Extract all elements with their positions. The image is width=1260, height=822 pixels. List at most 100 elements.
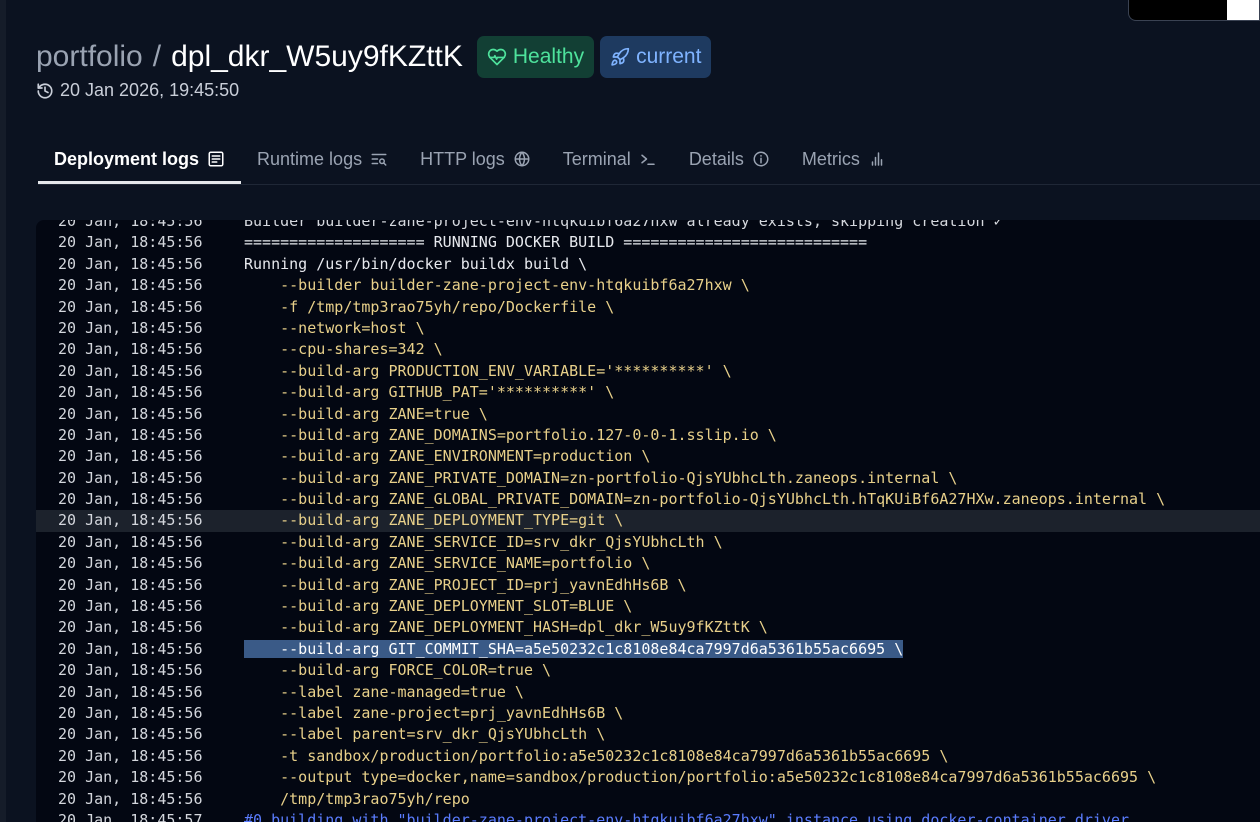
log-line[interactable]: 20 Jan, 18:45:56 /tmp/tmp3rao75yh/repo	[36, 789, 1260, 810]
log-line[interactable]: 20 Jan, 18:45:56 -f /tmp/tmp3rao75yh/rep…	[36, 297, 1260, 318]
timestamp-text: 20 Jan 2026, 19:45:50	[60, 80, 240, 100]
breadcrumb-project[interactable]: portfolio	[36, 40, 143, 74]
deployment-timestamp: 20 Jan 2026, 19:45:50	[36, 80, 239, 101]
tab-label: Metrics	[801, 148, 860, 169]
log-line[interactable]: 20 Jan, 18:45:56 Running /usr/bin/docker …	[36, 254, 1260, 275]
log-timestamp: 20 Jan, 18:45:56	[58, 597, 203, 616]
log-timestamp: 20 Jan, 18:45:56	[58, 297, 203, 316]
log-line[interactable]: 20 Jan, 18:45:56 --label zane-managed=tr…	[36, 682, 1260, 703]
log-line[interactable]: 20 Jan, 18:45:56 --builder builder-zane-…	[36, 275, 1260, 296]
heart-pulse-icon	[487, 48, 507, 66]
tab-bar: Deployment logs Runtime logs HTTP logs T…	[38, 134, 902, 184]
tab-runtime-logs[interactable]: Runtime logs	[241, 134, 404, 184]
log-timestamp: 20 Jan, 18:45:56	[58, 361, 203, 380]
log-timestamp: 20 Jan, 18:45:56	[58, 639, 203, 658]
health-badge-label: Healthy	[512, 45, 585, 68]
log-message: --label zane-project=prj_yavnEdhHs6B \	[244, 703, 624, 722]
log-line[interactable]: 20 Jan, 18:45:56 -t sandbox/production/p…	[36, 746, 1260, 767]
log-line[interactable]: 20 Jan, 18:45:56 --build-arg FORCE_COLOR…	[36, 660, 1260, 681]
log-message: -t sandbox/production/portfolio:a5e50232…	[244, 746, 949, 765]
log-message: Builder builder-zane-project-env-htqkuib…	[244, 220, 1003, 230]
health-badge: Healthy	[476, 36, 595, 78]
log-message: --label zane-managed=true \	[244, 682, 524, 701]
log-line[interactable]: 20 Jan, 18:45:56 --build-arg GITHUB_PAT=…	[36, 382, 1260, 403]
log-timestamp: 20 Jan, 18:45:56	[58, 661, 203, 680]
log-message: --build-arg ZANE=true \	[244, 404, 488, 423]
page-header: portfolio / dpl_dkr_W5uy9fKZttK Healthy …	[36, 36, 712, 78]
log-line[interactable]: 20 Jan, 18:45:56 --build-arg ZANE_ENVIRO…	[36, 446, 1260, 467]
log-line[interactable]: 20 Jan, 18:45:56 --build-arg ZANE_DEPLOY…	[36, 596, 1260, 617]
tab-label: Runtime logs	[257, 148, 363, 169]
bar-chart-icon	[871, 152, 883, 166]
tab-details[interactable]: Details	[673, 134, 786, 184]
tab-label: Deployment logs	[54, 148, 200, 169]
log-line[interactable]: 20 Jan, 18:45:56 --build-arg ZANE_PRIVAT…	[36, 468, 1260, 489]
tab-label: Terminal	[562, 148, 631, 169]
deployment-log-viewer[interactable]: 20 Jan, 18:45:56 Builder builder-zane-pro…	[36, 220, 1260, 822]
log-line[interactable]: 20 Jan, 18:45:56 --build-arg ZANE_SERVIC…	[36, 532, 1260, 553]
log-line[interactable]: 20 Jan, 18:45:56 --output type=docker,na…	[36, 767, 1260, 788]
log-message: --build-arg ZANE_DEPLOYMENT_SLOT=BLUE \	[244, 597, 633, 616]
log-line[interactable]: 20 Jan, 18:45:56 --label parent=srv_dkr_…	[36, 724, 1260, 745]
log-line[interactable]: 20 Jan, 18:45:56 --build-arg ZANE_PROJEC…	[36, 575, 1260, 596]
terminal-icon	[641, 154, 655, 165]
log-message: --build-arg GIT_COMMIT_SHA=a5e50232c1c81…	[244, 639, 904, 658]
log-timestamp: 20 Jan, 18:45:56	[58, 233, 203, 252]
log-line[interactable]: 20 Jan, 18:45:56 --network=host \	[36, 318, 1260, 339]
log-line[interactable]: 20 Jan, 18:45:56 --cpu-shares=342 \	[36, 339, 1260, 360]
log-line[interactable]: 20 Jan, 18:45:56 ==================== RUN…	[36, 232, 1260, 253]
breadcrumb-separator: /	[152, 40, 162, 73]
preview-thumbnail-content	[1227, 0, 1259, 20]
log-timestamp: 20 Jan, 18:45:56	[58, 468, 203, 487]
log-message: --builder builder-zane-project-env-htqku…	[244, 276, 750, 295]
log-line[interactable]: 20 Jan, 18:45:56 --build-arg ZANE_DEPLOY…	[36, 510, 1260, 532]
log-list: 20 Jan, 18:45:56 Builder builder-zane-pro…	[36, 220, 1260, 822]
log-message: --cpu-shares=342 \	[244, 340, 443, 359]
log-line[interactable]: 20 Jan, 18:45:57 #0 building with "builde…	[36, 810, 1260, 822]
log-message: --build-arg ZANE_DEPLOYMENT_HASH=dpl_dkr…	[244, 618, 768, 637]
log-message: --build-arg ZANE_PRIVATE_DOMAIN=zn-portf…	[244, 468, 958, 487]
log-message: --build-arg GITHUB_PAT='**********' \	[244, 383, 615, 402]
log-timestamp: 20 Jan, 18:45:57	[58, 810, 203, 822]
log-timestamp: 20 Jan, 18:45:56	[58, 768, 203, 787]
log-timestamp: 20 Jan, 18:45:56	[58, 490, 203, 509]
log-line[interactable]: 20 Jan, 18:45:56 --label zane-project=pr…	[36, 703, 1260, 724]
log-message: Running /usr/bin/docker buildx build \	[244, 254, 588, 273]
tab-metrics[interactable]: Metrics	[786, 134, 902, 184]
log-timestamp: 20 Jan, 18:45:56	[58, 318, 203, 337]
log-message: --build-arg FORCE_COLOR=true \	[244, 661, 552, 680]
log-timestamp: 20 Jan, 18:45:56	[58, 404, 203, 423]
log-message: --build-arg ZANE_DEPLOYMENT_TYPE=git \	[244, 511, 624, 530]
log-timestamp: 20 Jan, 18:45:56	[58, 340, 203, 359]
log-timestamp: 20 Jan, 18:45:56	[58, 703, 203, 722]
preview-thumbnail	[1128, 0, 1260, 21]
log-line[interactable]: 20 Jan, 18:45:56 --build-arg ZANE_DOMAIN…	[36, 425, 1260, 446]
tab-deployment-logs[interactable]: Deployment logs	[38, 134, 242, 184]
log-timestamp: 20 Jan, 18:45:56	[58, 725, 203, 744]
tabs-divider	[38, 184, 1260, 185]
log-line[interactable]: 20 Jan, 18:45:56 --build-arg ZANE_SERVIC…	[36, 553, 1260, 574]
info-icon	[753, 151, 769, 167]
log-message: ==================== RUNNING DOCKER BUIL…	[244, 233, 868, 252]
log-timestamp: 20 Jan, 18:45:56	[58, 383, 203, 402]
tab-http-logs[interactable]: HTTP logs	[404, 134, 547, 184]
log-list-icon	[208, 151, 224, 167]
log-message: --build-arg ZANE_SERVICE_NAME=portfolio …	[244, 554, 651, 573]
log-line[interactable]: 20 Jan, 18:45:56 --build-arg PRODUCTION_…	[36, 361, 1260, 382]
tab-terminal[interactable]: Terminal	[547, 134, 673, 184]
log-message: #0 building with "builder-zane-project-e…	[244, 810, 1130, 822]
log-line[interactable]: 20 Jan, 18:45:56 --build-arg ZANE_GLOBAL…	[36, 489, 1260, 510]
log-line[interactable]: 20 Jan, 18:45:56 --build-arg ZANE=true \	[36, 404, 1260, 425]
log-timestamp: 20 Jan, 18:45:56	[58, 618, 203, 637]
search-lines-icon	[371, 153, 387, 166]
tab-label: Details	[688, 148, 744, 169]
log-message: -f /tmp/tmp3rao75yh/repo/Dockerfile \	[244, 297, 615, 316]
log-line[interactable]: 20 Jan, 18:45:56 --build-arg GIT_COMMIT_…	[36, 639, 1260, 660]
log-timestamp: 20 Jan, 18:45:56	[58, 254, 203, 273]
log-line[interactable]: 20 Jan, 18:45:56 Builder builder-zane-pro…	[36, 220, 1260, 232]
log-message: --build-arg ZANE_PROJECT_ID=prj_yavnEdhH…	[244, 575, 687, 594]
log-message: --build-arg ZANE_DOMAINS=portfolio.127-0…	[244, 425, 777, 444]
status-badge-label: current	[636, 45, 702, 68]
log-line[interactable]: 20 Jan, 18:45:56 --build-arg ZANE_DEPLOY…	[36, 617, 1260, 638]
log-message: /tmp/tmp3rao75yh/repo	[244, 789, 470, 808]
